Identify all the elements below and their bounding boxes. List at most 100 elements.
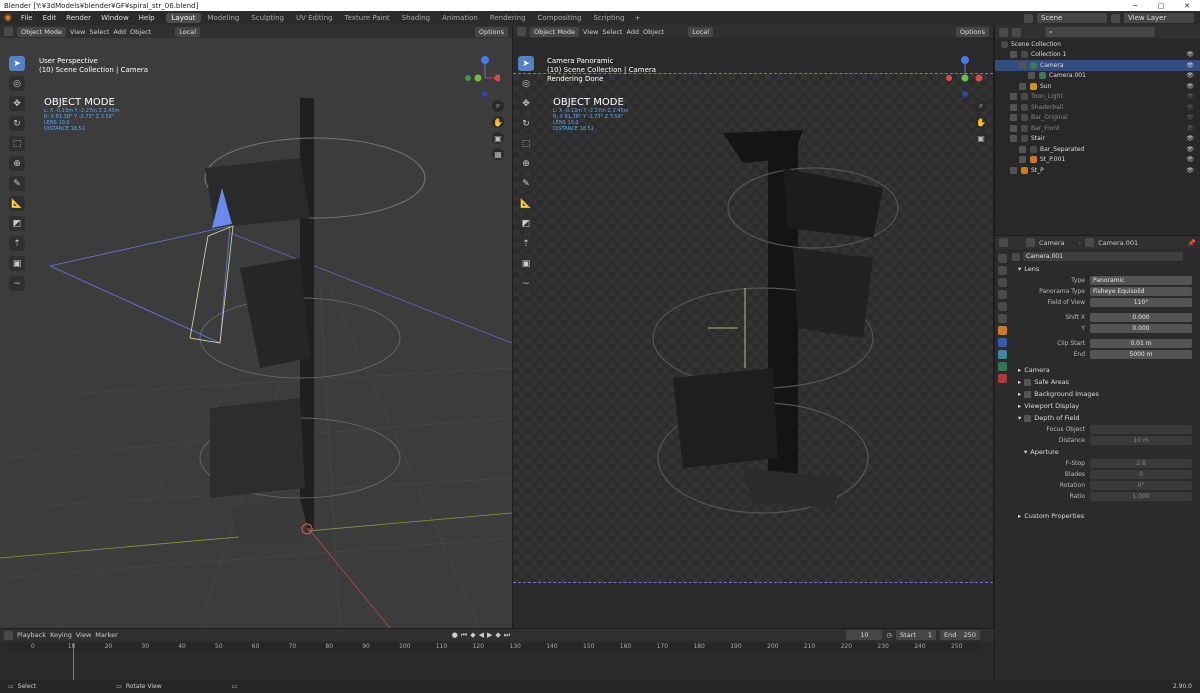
eye-icon[interactable]: 👁 — [1186, 62, 1194, 69]
zoom-icon[interactable]: ⌕ — [492, 100, 504, 112]
transform-tool[interactable]: ⊕ — [9, 156, 25, 171]
eye-icon[interactable]: 👁 — [1186, 156, 1194, 163]
start-frame-field[interactable]: Start 1 — [896, 630, 936, 640]
workspace-tab-layout[interactable]: Layout — [165, 13, 202, 23]
outliner-row[interactable]: Bar_Separated 👁 — [995, 144, 1200, 155]
zoom-icon[interactable]: ⌕ — [975, 100, 987, 112]
close-button[interactable]: ✕ — [1174, 2, 1200, 10]
playback-menu[interactable]: Playback — [17, 631, 46, 639]
menu-item-help[interactable]: Help — [134, 14, 160, 22]
eye-icon[interactable]: 👁 — [1186, 83, 1194, 90]
workspace-tab-rendering[interactable]: Rendering — [484, 13, 532, 23]
marker-menu[interactable]: Marker — [95, 631, 117, 639]
view-layer-selector[interactable]: View Layer — [1124, 13, 1194, 23]
menu-item-edit[interactable]: Edit — [38, 14, 62, 22]
outliner-row[interactable]: St_P 👁 — [995, 165, 1200, 176]
eye-icon[interactable]: 👁 — [1186, 72, 1194, 79]
eye-icon[interactable]: 👁 — [1186, 51, 1194, 58]
visibility-checkbox[interactable] — [1028, 72, 1035, 80]
eye-icon[interactable]: 👁 — [1186, 146, 1194, 153]
aperture-panel-header[interactable]: ▾ Aperture — [1012, 446, 1198, 458]
eye-icon[interactable]: 👁 — [1186, 104, 1194, 111]
lens-panel-header[interactable]: ▾ Lens — [1012, 263, 1198, 275]
extrude-tool[interactable]: ⇡ — [9, 236, 25, 251]
visibility-checkbox[interactable] — [1010, 51, 1017, 59]
play-icon[interactable]: ▶ — [487, 631, 492, 640]
view-layer-tab-icon[interactable] — [997, 290, 1007, 299]
eye-icon[interactable]: 👁 — [1186, 167, 1194, 174]
editor-type-icon[interactable] — [999, 27, 1008, 37]
outliner-row[interactable]: Stair 👁 — [995, 134, 1200, 145]
view-layer-icon[interactable] — [1111, 13, 1120, 23]
maximize-button[interactable]: ▢ — [1148, 2, 1174, 10]
add-menu[interactable]: Add — [626, 28, 639, 36]
measure-tool[interactable]: 📐 — [9, 196, 25, 211]
select-menu[interactable]: Select — [89, 28, 109, 36]
cursor-tool[interactable]: ◎ — [9, 76, 25, 91]
prop-field[interactable]: 10 m — [1090, 436, 1192, 445]
record-icon[interactable]: ● — [452, 631, 458, 640]
select-tool[interactable]: ➤ — [518, 56, 534, 71]
outliner-row[interactable]: Sun 👁 — [995, 81, 1200, 92]
smooth-tool[interactable]: ~ — [9, 276, 25, 291]
visibility-checkbox[interactable] — [1010, 114, 1017, 122]
end-frame-field[interactable]: End 250 — [940, 630, 980, 640]
section-header[interactable]: ▸ Safe Areas — [1012, 376, 1198, 388]
custom-props-header[interactable]: ▸ Custom Properties — [1012, 510, 1198, 522]
scene-tab-icon[interactable] — [997, 302, 1007, 311]
render-tab-icon[interactable] — [997, 266, 1007, 275]
clock-icon[interactable]: ◷ — [886, 631, 892, 639]
visibility-checkbox[interactable] — [1010, 124, 1017, 132]
prop-field[interactable]: Panoramic — [1090, 276, 1192, 285]
outliner-row[interactable]: Camera.001 👁 — [995, 71, 1200, 82]
prev-key-icon[interactable]: ◆ — [470, 631, 475, 640]
texture-tab-icon[interactable] — [997, 374, 1007, 383]
object-tab-icon[interactable] — [997, 326, 1007, 335]
rotate-tool[interactable]: ↻ — [518, 116, 534, 131]
workspace-tab-scripting[interactable]: Scripting — [587, 13, 630, 23]
visibility-checkbox[interactable] — [1019, 145, 1026, 153]
prop-field[interactable]: 0.000 — [1090, 313, 1192, 322]
cursor-tool[interactable]: ◎ — [518, 76, 534, 91]
mode-dropdown[interactable]: Object Mode — [17, 26, 66, 37]
section-checkbox[interactable] — [1024, 390, 1032, 398]
outliner-search-input[interactable]: ⌕ — [1045, 27, 1155, 37]
navigation-gizmo[interactable] — [460, 50, 500, 100]
current-frame-field[interactable]: 10 — [846, 630, 883, 640]
outliner-row[interactable]: Camera 👁 — [995, 60, 1200, 71]
editor-type-icon[interactable] — [4, 630, 13, 640]
filter-icon[interactable] — [1012, 27, 1021, 37]
section-header[interactable]: ▸ Background Images — [1012, 388, 1198, 400]
measure-tool[interactable]: 📐 — [518, 196, 534, 211]
workspace-tab-shading[interactable]: Shading — [396, 13, 436, 23]
eye-icon[interactable]: 👁 — [1186, 114, 1194, 121]
visibility-checkbox[interactable] — [1019, 82, 1026, 90]
visibility-checkbox[interactable] — [1010, 135, 1017, 143]
inset-tool[interactable]: ▣ — [518, 256, 534, 271]
add-cube-tool[interactable]: ◩ — [518, 216, 534, 231]
view-menu[interactable]: View — [70, 28, 85, 36]
object-menu[interactable]: Object — [130, 28, 151, 36]
prop-field[interactable]: 0 — [1090, 470, 1192, 479]
menu-item-file[interactable]: File — [16, 14, 38, 22]
workspace-tab-sculpting[interactable]: Sculpting — [245, 13, 290, 23]
section-header[interactable]: ▸ Camera — [1012, 364, 1198, 376]
editor-type-icon[interactable] — [4, 27, 13, 36]
frame-ruler[interactable]: 0 10 20 30 40 50 60 70 80 90 100 110 120 130 140 150 160… — [0, 643, 994, 680]
section-checkbox[interactable] — [1024, 378, 1032, 386]
add-menu[interactable]: Add — [113, 28, 126, 36]
visibility-checkbox[interactable] — [1019, 61, 1026, 69]
pivot-dropdown[interactable]: Local — [688, 26, 714, 37]
scale-tool[interactable]: ⬚ — [518, 136, 534, 151]
keying-menu[interactable]: Keying — [50, 631, 72, 639]
camera-view-icon[interactable]: ▣ — [975, 132, 987, 144]
pan-hand-icon[interactable]: ✋ — [975, 116, 987, 128]
pan-hand-icon[interactable]: ✋ — [492, 116, 504, 128]
camera-data-tab-icon[interactable] — [997, 362, 1007, 371]
jump-start-icon[interactable]: ⏮ — [461, 631, 467, 640]
outliner-row[interactable]: Bar_Front 👁 — [995, 123, 1200, 134]
right-viewport[interactable]: ➤ ◎ ✥ ↻ ⬚ ⊕ ✎ 📐 ◩ ⇡ ▣ ~ Camera Panoramic… — [513, 38, 993, 628]
eye-icon[interactable]: 👁 — [1186, 135, 1194, 142]
workspace-tab-texture-paint[interactable]: Texture Paint — [339, 13, 396, 23]
next-key-icon[interactable]: ◆ — [495, 631, 500, 640]
